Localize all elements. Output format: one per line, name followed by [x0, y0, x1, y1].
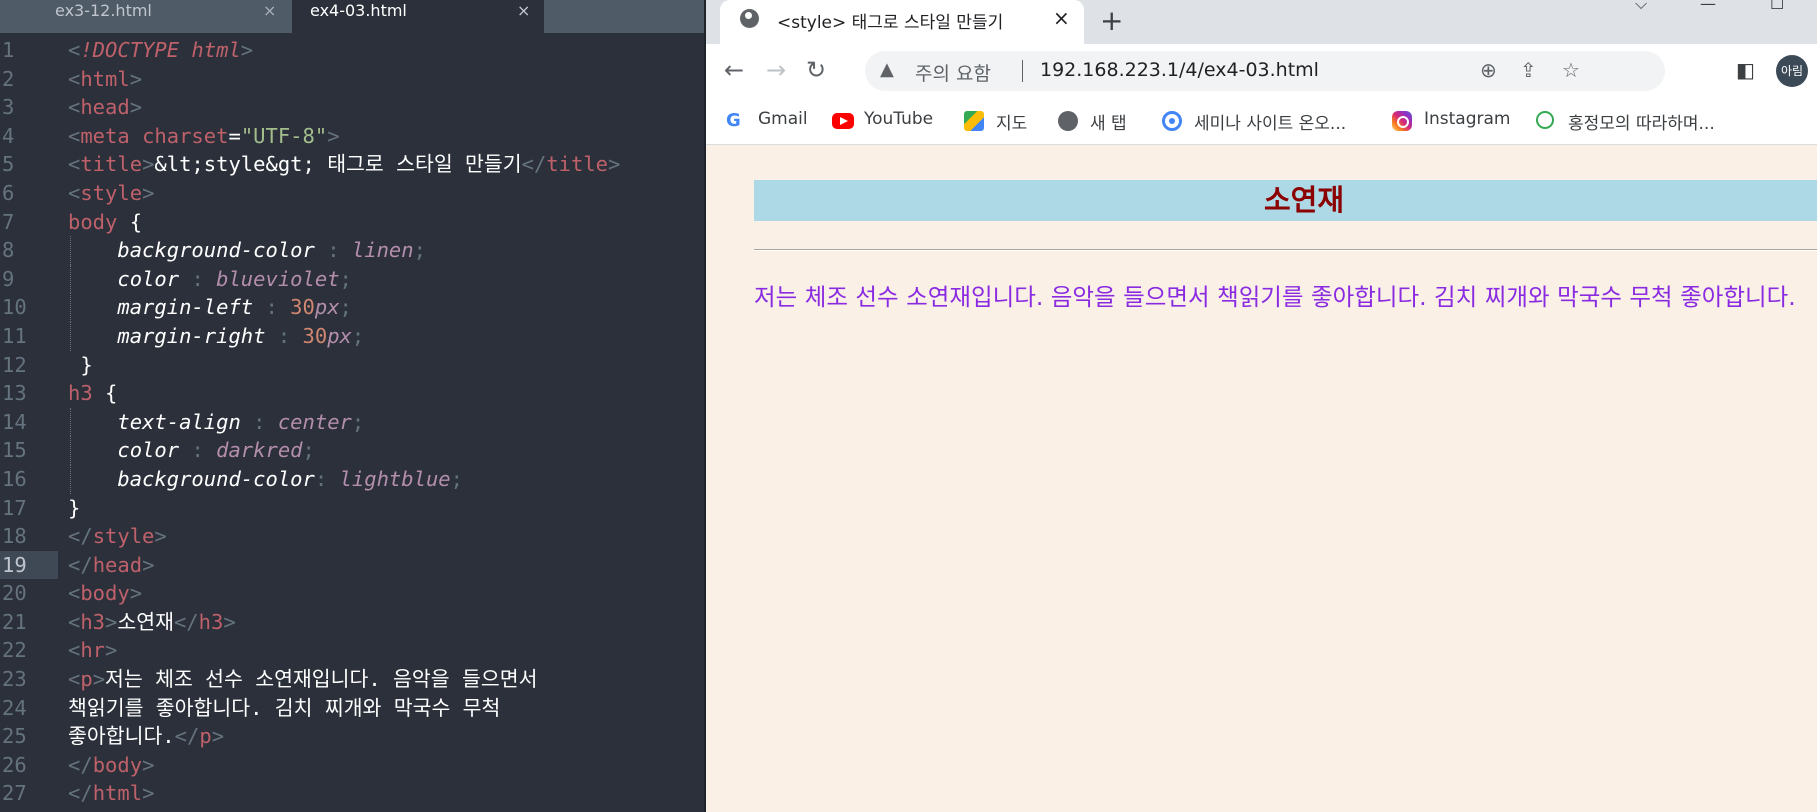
divider	[1022, 60, 1023, 82]
page-viewport: 소연재 저는 체조 선수 소연재입니다. 음악을 들으면서 책읽기를 좋아합니다…	[706, 145, 1817, 812]
line-number: 9	[2, 266, 15, 291]
code-line: 21 <h3>소연재</h3>	[0, 608, 704, 637]
line-number: 2	[2, 66, 15, 91]
code-line: 14 text-align : center;	[0, 407, 704, 437]
maps-icon	[964, 111, 984, 131]
youtube-icon	[832, 113, 854, 129]
code-line: 6 <style>	[0, 179, 704, 208]
line-number: 26	[2, 752, 27, 777]
editor-tab-ex3-12[interactable]: ex3-12.html ×	[0, 0, 290, 33]
browser-tab-title: <style> 태그로 스타일 만들기	[777, 13, 1004, 33]
code-line: 11 margin-right : 30px;	[0, 321, 704, 351]
code-line: 22 <hr>	[0, 636, 704, 665]
code-line: 4 <meta charset="UTF-8">	[0, 122, 704, 151]
avatar[interactable]: 아림	[1776, 55, 1808, 87]
line-number: 22	[2, 638, 27, 663]
line-number: 13	[2, 381, 27, 406]
code-line: 24 책읽기를 좋아합니다. 김치 찌개와 막국수 무척	[0, 694, 704, 723]
close-icon[interactable]: ×	[263, 1, 276, 20]
line-number: 25	[2, 724, 27, 749]
editor-tab-label: ex4-03.html	[310, 1, 407, 20]
line-number: 11	[2, 323, 27, 348]
code-line: 7 body {	[0, 208, 704, 237]
editor-tab-ex4-03[interactable]: ex4-03.html ×	[292, 0, 544, 33]
code-line: 27 </html>	[0, 779, 704, 808]
code-line: 25 좋아합니다.</p>	[0, 722, 704, 751]
line-number: 4	[2, 123, 15, 148]
warning-icon[interactable]: ▲	[880, 59, 894, 80]
code-line: 10 margin-left : 30px;	[0, 293, 704, 322]
line-number: 27	[2, 781, 27, 806]
line-number: 12	[2, 352, 27, 377]
line-number: 18	[2, 524, 27, 549]
code-line: 26 </body>	[0, 751, 704, 780]
star-icon[interactable]: ☆	[1562, 58, 1580, 82]
reload-icon[interactable]: ↻	[806, 56, 826, 84]
line-number: 6	[2, 180, 15, 205]
code-line: 2 <html>	[0, 65, 704, 94]
line-number: 17	[2, 495, 27, 520]
page-heading: 소연재	[754, 180, 1817, 221]
seminar-icon	[1162, 111, 1182, 131]
close-icon[interactable]: ×	[517, 1, 530, 20]
back-arrow-icon[interactable]: ←	[724, 56, 744, 84]
browser-toolbar: ← → ↻ ▲ 주의 요함 192.168.223.1/4/ex4-03.htm…	[706, 44, 1817, 100]
line-number: 21	[2, 609, 27, 634]
line-number: 7	[2, 209, 15, 234]
google-icon: G	[726, 110, 741, 131]
page-paragraph: 저는 체조 선수 소연재입니다. 음악을 들으면서 책읽기를 좋아합니다. 김치…	[754, 283, 1796, 311]
code-line: 8 background-color : linen;	[0, 236, 704, 265]
line-number: 20	[2, 581, 27, 606]
line-number: 19	[0, 550, 58, 580]
line-number: 5	[2, 152, 15, 177]
instagram-icon	[1392, 111, 1412, 131]
code-line: 17}	[0, 494, 704, 523]
zoom-icon[interactable]: ⊕	[1480, 58, 1497, 82]
line-number: 10	[2, 295, 27, 320]
code-line: 5 <title>&lt;style&gt; 태그로 스타일 만들기</title…	[0, 150, 704, 179]
code-line: 18 </style>	[0, 522, 704, 551]
bookmarks-bar: G Gmail YouTube 지도 새 탭 세미나 사이트 온오... Inst…	[706, 100, 1817, 145]
line-number: 15	[2, 438, 27, 463]
code-line: 1 <!DOCTYPE html>	[0, 36, 704, 65]
code-line: 9 color : blueviolet;	[0, 264, 704, 294]
new-tab-button[interactable]: +	[1100, 4, 1123, 37]
side-panel-icon[interactable]: ◧	[1736, 58, 1755, 82]
line-number: 3	[2, 95, 15, 120]
line-number: 23	[2, 667, 27, 692]
line-number: 16	[2, 466, 27, 491]
code-line: 3 <head>	[0, 93, 704, 122]
close-tab-icon[interactable]: ×	[1053, 6, 1070, 30]
code-line: 23 <p>저는 체조 선수 소연재입니다. 음악을 들으면서	[0, 665, 704, 694]
address-bar[interactable]: ▲ 주의 요함 192.168.223.1/4/ex4-03.html ⊕ ⇪ …	[865, 51, 1665, 91]
globe-icon	[740, 9, 759, 28]
line-number: 24	[2, 695, 27, 720]
browser-tab-active[interactable]: <style> 태그로 스타일 만들기 ×	[720, 0, 1084, 44]
url-text[interactable]: 192.168.223.1/4/ex4-03.html	[1040, 59, 1319, 81]
horizontal-rule	[754, 249, 1817, 251]
security-warning[interactable]: 주의 요함	[915, 59, 991, 86]
code-editor: ▶ ex3-12.html × ex4-03.html × 1<!DOCTYPE…	[0, 0, 704, 812]
code-area[interactable]: 1 <!DOCTYPE html> 2 <html> 3 <head> 4 <meta …	[0, 36, 704, 808]
browser-tab-strip: <style> 태그로 스타일 만들기 × + ⌵ — ☐	[706, 0, 1817, 44]
code-line: 13 h3 {	[0, 379, 704, 408]
line-number: 14	[2, 409, 27, 434]
forward-arrow-icon[interactable]: →	[766, 56, 786, 84]
editor-tab-bar: ▶ ex3-12.html × ex4-03.html ×	[0, 0, 704, 33]
code-line: 12 }	[0, 351, 704, 380]
line-number: 1	[2, 38, 15, 62]
editor-tab-label: ex3-12.html	[55, 1, 152, 20]
code-line: 15 color : darkred;	[0, 436, 704, 465]
maximize-icon[interactable]: ☐	[1770, 0, 1784, 13]
code-line: 16 background-color: lightblue;	[0, 464, 704, 494]
globe-icon	[1058, 111, 1078, 131]
minimize-icon[interactable]: —	[1700, 0, 1716, 13]
share-icon[interactable]: ⇪	[1520, 58, 1537, 82]
line-number: 8	[2, 238, 15, 263]
code-line: 20 <body>	[0, 579, 704, 608]
browser-window: <style> 태그로 스타일 만들기 × + ⌵ — ☐ ← → ↻ ▲ 주의…	[706, 0, 1817, 812]
green-leaf-icon	[1536, 111, 1554, 129]
code-line-current: 19 </head>	[0, 550, 704, 580]
chevron-down-icon[interactable]: ⌵	[1635, 0, 1647, 14]
